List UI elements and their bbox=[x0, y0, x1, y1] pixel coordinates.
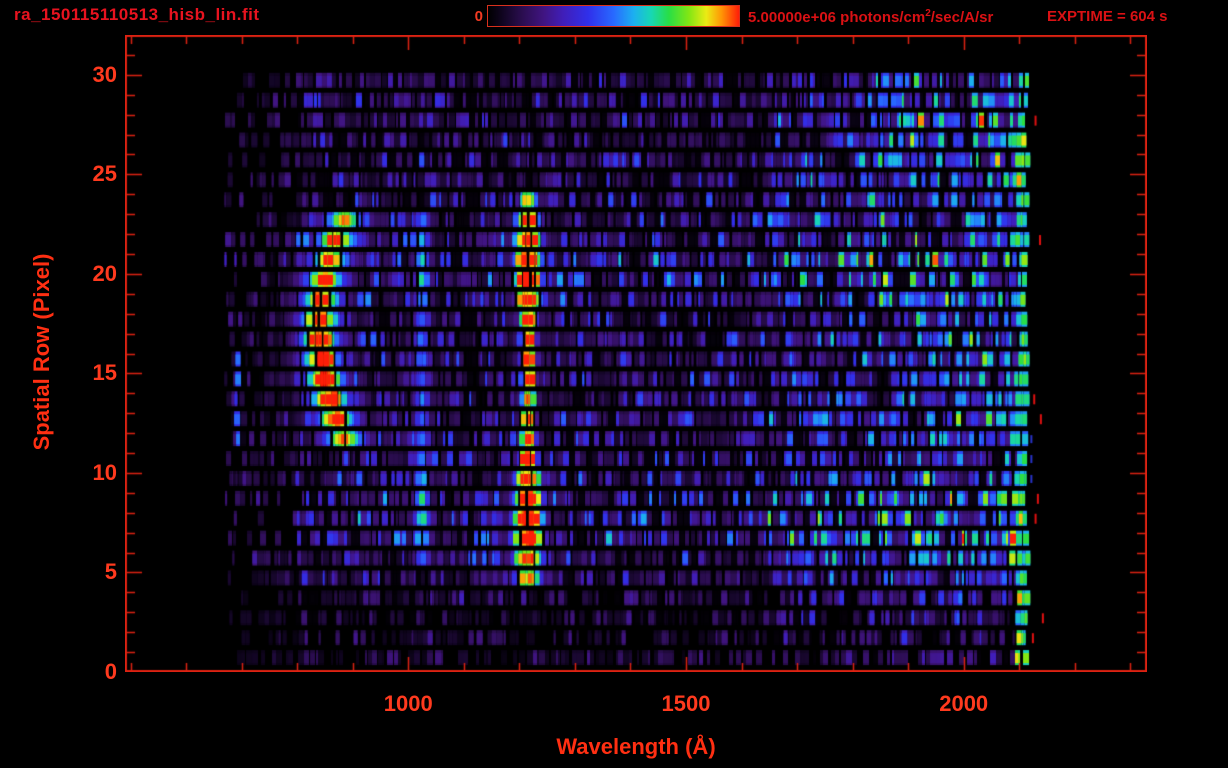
colorbar-max-label: 5.00000e+06 photons/cm2/sec/A/sr bbox=[748, 8, 993, 26]
y-tick-label: 15 bbox=[92, 360, 117, 386]
y-tick-label: 20 bbox=[92, 260, 117, 286]
y-tick-label: 0 bbox=[104, 659, 117, 684]
file-title: ra_150115110513_hisb_lin.fit bbox=[14, 5, 260, 24]
y-tick-label: 30 bbox=[92, 61, 117, 87]
x-tick-label: 2000 bbox=[939, 691, 989, 716]
colorbar-max-value: 5.00000e+06 bbox=[748, 9, 837, 26]
y-tick-label: 25 bbox=[92, 161, 117, 187]
x-axis-title: Wavelength (Å) bbox=[556, 734, 716, 759]
spectral-heatmap bbox=[125, 35, 1147, 672]
exptime-label: EXPTIME = 604 s bbox=[1047, 8, 1168, 25]
plot-window: ra_150115110513_hisb_lin.fit 0 5.00000e+… bbox=[0, 0, 1228, 768]
x-tick-label: 1000 bbox=[383, 691, 433, 716]
y-axis-title: Spatial Row (Pixel) bbox=[29, 253, 54, 451]
colorbar bbox=[487, 5, 740, 27]
x-tick-label: 1500 bbox=[661, 691, 711, 716]
y-tick-label: 5 bbox=[104, 559, 117, 585]
y-tick-label: 10 bbox=[92, 459, 117, 485]
colorbar-min-label: 0 bbox=[474, 8, 483, 25]
colorbar-units-prefix: photons/cm bbox=[836, 9, 926, 26]
colorbar-units-suffix: /sec/A/sr bbox=[930, 9, 994, 26]
